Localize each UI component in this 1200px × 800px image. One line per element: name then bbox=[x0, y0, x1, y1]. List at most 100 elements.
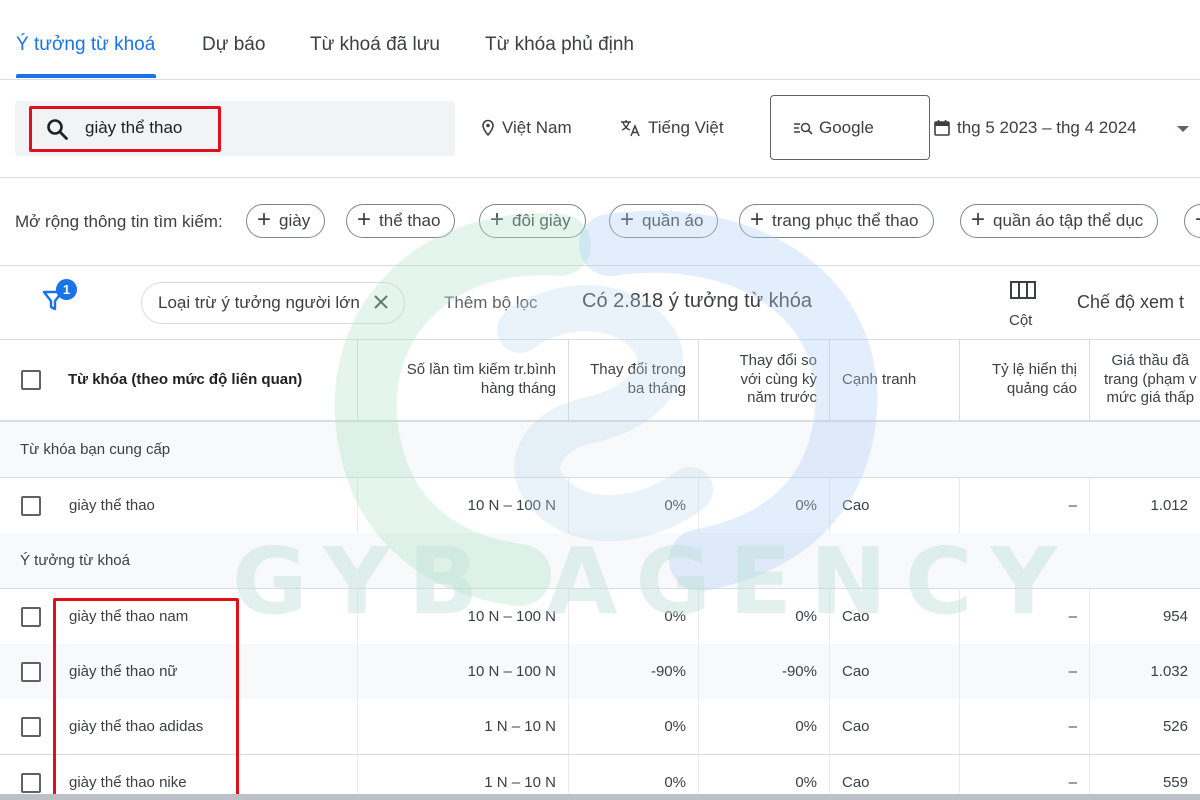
header-competition[interactable]: Cạnh tranh bbox=[830, 340, 960, 420]
tab-bar: Ý tưởng từ khoá Dự báo Từ khoá đã lưu Từ… bbox=[0, 0, 1200, 80]
language-filter[interactable]: Tiếng Việt bbox=[620, 118, 724, 138]
bid-cell: 1.012 bbox=[1150, 497, 1188, 514]
view-mode-button[interactable]: Chế độ xem t bbox=[1077, 292, 1184, 313]
chip-label: trang phục thể thao bbox=[772, 211, 919, 230]
tab-keyword-ideas[interactable]: Ý tưởng từ khoá bbox=[16, 34, 155, 56]
impression-cell: – bbox=[960, 589, 1090, 644]
table-header: Từ khóa (theo mức độ liên quan) Số lần t… bbox=[0, 340, 1200, 422]
keyword-cell: giày thể thao adidas bbox=[0, 699, 358, 754]
yoy-cell: 0% bbox=[699, 699, 830, 754]
three-month-cell: 0% bbox=[569, 699, 699, 754]
header-line: với cùng kỳ bbox=[740, 370, 817, 388]
keyword-count: Có 2.818 ý tưởng từ khóa bbox=[582, 290, 813, 312]
group-label: Ý tưởng từ khoá bbox=[20, 552, 130, 569]
group-keyword-ideas: Ý tưởng từ khoá bbox=[0, 533, 1200, 589]
horizontal-scrollbar[interactable] bbox=[0, 794, 1200, 800]
date-range-selector[interactable]: thg 5 2023 – thg 4 2024 bbox=[933, 118, 1137, 138]
header-keyword[interactable]: Từ khóa (theo mức độ liên quan) bbox=[56, 340, 358, 420]
exclude-adult-label: Loại trừ ý tưởng người lớn bbox=[158, 293, 360, 312]
competition-cell: Cao bbox=[830, 699, 960, 754]
expand-search-row: Mở rộng thông tin tìm kiếm: + giày + thể t… bbox=[0, 178, 1200, 266]
three-month-cell: 0% bbox=[569, 478, 699, 533]
expand-chip[interactable]: + giày bbox=[246, 204, 326, 238]
add-filter-button[interactable]: Thêm bộ lọc bbox=[444, 293, 538, 313]
yoy-cell: -90% bbox=[699, 644, 830, 699]
plus-icon: + bbox=[971, 205, 986, 233]
expand-chip[interactable]: + quần áo tập thể dục bbox=[960, 204, 1159, 238]
header-yoy-change[interactable]: Thay đổi so với cùng kỳ năm trước bbox=[699, 340, 830, 420]
expand-chip[interactable]: + thể thao bbox=[346, 204, 456, 238]
impression-cell: – bbox=[960, 478, 1090, 533]
location-pin-icon bbox=[482, 119, 494, 137]
header-three-month-change[interactable]: Thay đổi trong ba tháng bbox=[569, 340, 699, 420]
bid-cell: 954 bbox=[1162, 608, 1188, 625]
table-row[interactable]: giày thể thao adidas 1 N – 10 N 0% 0% Ca… bbox=[0, 699, 1200, 755]
search-highlight-box bbox=[29, 106, 221, 152]
searches-cell: 1 N – 10 N bbox=[358, 699, 569, 754]
active-tab-indicator bbox=[16, 74, 156, 78]
header-line: Thay đổi trong bbox=[590, 361, 686, 379]
date-range-label: thg 5 2023 – thg 4 2024 bbox=[957, 118, 1137, 137]
location-filter[interactable]: Việt Nam bbox=[480, 118, 572, 138]
three-month-cell: 0% bbox=[569, 589, 699, 644]
keyword-cell: giày thể thao nữ bbox=[0, 644, 358, 699]
expand-chip-overflow[interactable]: + bbox=[1184, 204, 1200, 238]
header-line: Tỷ lệ hiển thị bbox=[991, 361, 1077, 379]
chip-label: thể thao bbox=[379, 211, 441, 230]
expand-chip[interactable]: + quần áo bbox=[609, 204, 719, 238]
header-avg-searches[interactable]: Số lần tìm kiếm tr.bình hàng tháng bbox=[358, 340, 569, 420]
table-row[interactable]: giày thể thao nam 10 N – 100 N 0% 0% Cao… bbox=[0, 589, 1200, 645]
exclude-adult-chip[interactable]: Loại trừ ý tưởng người lớn bbox=[141, 282, 405, 324]
table-row[interactable]: giày thể thao nữ 10 N – 100 N -90% -90% … bbox=[0, 644, 1200, 700]
header-line: quảng cáo bbox=[1006, 380, 1077, 397]
competition-cell: Cao bbox=[830, 478, 960, 533]
impression-cell: – bbox=[960, 699, 1090, 754]
header-line: hàng tháng bbox=[480, 380, 556, 397]
plus-icon: + bbox=[620, 205, 635, 233]
plus-icon: + bbox=[1195, 207, 1200, 232]
columns-icon[interactable] bbox=[1010, 280, 1036, 302]
plus-icon: + bbox=[490, 205, 505, 233]
chevron-down-icon[interactable] bbox=[1176, 125, 1190, 133]
table-row[interactable]: giày thể thao 10 N – 100 N 0% 0% Cao – 1… bbox=[0, 478, 1200, 534]
tab-forecast[interactable]: Dự báo bbox=[202, 34, 265, 56]
expand-chip[interactable]: + đôi giày bbox=[479, 204, 586, 238]
keyword-cell: giày thể thao bbox=[0, 478, 358, 533]
header-line: Số lần tìm kiếm tr.bình bbox=[406, 361, 556, 379]
columns-label[interactable]: Cột bbox=[1009, 312, 1032, 329]
select-all-checkbox[interactable] bbox=[21, 370, 41, 390]
search-settings-row: giày thể thao Việt Nam Tiếng Việt Google bbox=[0, 80, 1200, 178]
header-line: mức giá thấp bbox=[1106, 389, 1195, 407]
tab-negative-keywords[interactable]: Từ khóa phủ định bbox=[485, 34, 634, 56]
network-selector[interactable]: Google bbox=[770, 95, 930, 160]
bid-cell: 526 bbox=[1162, 718, 1188, 735]
header-line: Thay đổi so bbox=[739, 351, 817, 369]
searches-cell: 10 N – 100 N bbox=[358, 589, 569, 644]
tab-saved-keywords[interactable]: Từ khoá đã lưu bbox=[310, 34, 440, 56]
search-network-icon bbox=[794, 122, 813, 135]
expand-chip[interactable]: + trang phục thể thao bbox=[739, 204, 934, 238]
bid-cell: 1.032 bbox=[1150, 663, 1188, 680]
header-impression-share[interactable]: Tỷ lệ hiển thị quảng cáo bbox=[960, 340, 1090, 420]
location-label: Việt Nam bbox=[502, 118, 572, 137]
expand-label: Mở rộng thông tin tìm kiếm: bbox=[15, 212, 223, 231]
header-line: trang (phạm v bbox=[1104, 370, 1197, 388]
language-label: Tiếng Việt bbox=[648, 118, 724, 137]
plus-icon: + bbox=[257, 205, 272, 233]
three-month-cell: -90% bbox=[569, 644, 699, 699]
search-input[interactable]: giày thể thao bbox=[15, 101, 455, 156]
header-bid[interactable]: Giá thầu đầ trang (phạm v mức giá thấp bbox=[1090, 340, 1200, 420]
searches-cell: 10 N – 100 N bbox=[358, 478, 569, 533]
filter-count-badge: 1 bbox=[56, 279, 77, 300]
keyword-cell: giày thể thao nam bbox=[0, 589, 358, 644]
group-label: Từ khóa bạn cung cấp bbox=[20, 441, 171, 458]
group-provided-keywords: Từ khóa bạn cung cấp bbox=[0, 422, 1200, 478]
competition-cell: Cao bbox=[830, 589, 960, 644]
searches-cell: 10 N – 100 N bbox=[358, 644, 569, 699]
close-icon[interactable] bbox=[372, 293, 390, 311]
impression-cell: – bbox=[960, 644, 1090, 699]
yoy-cell: 0% bbox=[699, 478, 830, 533]
header-line: năm trước bbox=[747, 389, 817, 407]
calendar-icon bbox=[934, 120, 950, 136]
competition-cell: Cao bbox=[830, 644, 960, 699]
